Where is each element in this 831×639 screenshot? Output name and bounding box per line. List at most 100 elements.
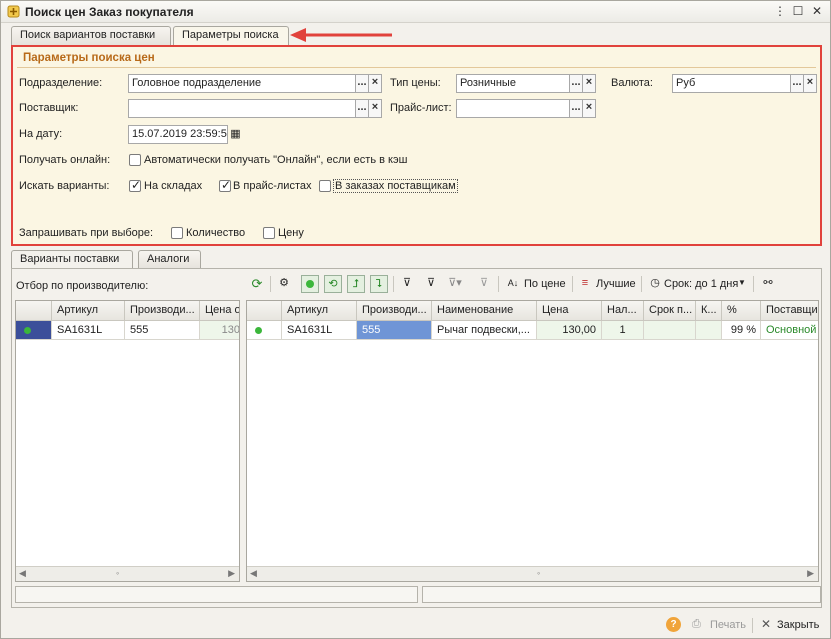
supplier-cell[interactable]: Основной с	[761, 321, 818, 340]
column-header[interactable]: Наименование	[432, 301, 537, 321]
price-type-clear-button[interactable]: ×	[582, 74, 596, 93]
ask-quantity-checkbox[interactable]	[171, 227, 183, 239]
scroll-thumb-icon[interactable]: ◦	[116, 568, 119, 578]
column-header	[247, 301, 282, 321]
term-dropdown[interactable]: Срок: до 1 дня	[664, 278, 738, 290]
circle-arrows-icon[interactable]: ⟲	[324, 275, 342, 293]
in-supplier-orders-checkbox[interactable]	[319, 180, 331, 192]
in-supplier-orders-label[interactable]: В заказах поставщикам	[333, 179, 458, 193]
close-window-icon[interactable]: ✕	[809, 4, 825, 20]
price-cell[interactable]: 130,00	[537, 321, 602, 340]
column-header[interactable]: Поставщик	[761, 301, 818, 321]
filter-clear-icon[interactable]: ⊽	[422, 275, 440, 293]
help-icon[interactable]: ?	[666, 617, 681, 632]
price-list-field[interactable]	[456, 99, 570, 118]
stock-cell[interactable]: 1	[602, 321, 644, 340]
online-option-label[interactable]: Автоматически получать "Онлайн", если ес…	[144, 154, 407, 166]
currency-select-button[interactable]: ...	[790, 74, 804, 93]
price-list-select-button[interactable]: ...	[569, 99, 583, 118]
percent-cell[interactable]: 99 %	[722, 321, 761, 340]
manufacturer-cell[interactable]: 555	[357, 321, 432, 340]
article-cell[interactable]: SA1631L	[52, 321, 125, 340]
name-cell[interactable]: Рычаг подвески,...	[432, 321, 537, 340]
ask-price-label[interactable]: Цену	[278, 227, 304, 239]
close-icon[interactable]: ✕	[761, 617, 771, 631]
print-button[interactable]: Печать	[710, 619, 746, 631]
scroll-left-icon[interactable]: ◀	[250, 568, 257, 579]
in-stock-checkbox[interactable]	[129, 178, 141, 192]
tab-delivery-variants[interactable]: Поиск вариантов поставки	[11, 26, 171, 45]
column-header[interactable]: Артикул	[52, 301, 125, 321]
price-type-select-button[interactable]: ...	[569, 74, 583, 93]
scroll-right-icon[interactable]: ▶	[228, 568, 235, 579]
tab-delivery-options[interactable]: Варианты поставки	[11, 250, 133, 270]
supplier-field[interactable]	[128, 99, 356, 118]
column-header[interactable]: %	[722, 301, 761, 321]
scroll-right-icon[interactable]: ▶	[807, 568, 814, 579]
article-cell[interactable]: SA1631L	[282, 321, 357, 340]
in-price-lists-label[interactable]: В прайс-листах	[233, 180, 312, 192]
refresh-icon[interactable]: ⟳	[248, 275, 266, 293]
filter-off-icon[interactable]: ⊽	[475, 275, 493, 293]
in-price-lists-checkbox[interactable]	[219, 178, 231, 192]
column-header[interactable]: Производи...	[357, 301, 432, 321]
title-bar: Поиск цен Заказ покупателя ⋮ ☐ ✕	[1, 1, 830, 23]
currency-clear-button[interactable]: ×	[803, 74, 817, 93]
toolbar-separator	[641, 276, 642, 292]
best-list-icon[interactable]: ≡	[576, 275, 594, 293]
ask-quantity-label[interactable]: Количество	[186, 227, 245, 239]
supplier-clear-button[interactable]: ×	[368, 99, 382, 118]
tab-analogs[interactable]: Аналоги	[138, 250, 201, 269]
tab-search-params[interactable]: Параметры поиска	[173, 26, 289, 46]
currency-field[interactable]: Руб	[672, 74, 791, 93]
column-header[interactable]: Производи...	[125, 301, 200, 321]
menu-icon[interactable]: ⋮	[772, 4, 788, 20]
in-stock-label[interactable]: На складах	[144, 180, 202, 192]
column-header[interactable]: Срок п...	[644, 301, 696, 321]
date-field[interactable]: 15.07.2019 23:59:5	[128, 125, 228, 144]
k-cell[interactable]	[696, 321, 722, 340]
column-header[interactable]: К...	[696, 301, 722, 321]
table-row[interactable]	[247, 321, 282, 340]
clock-icon[interactable]: ◷	[646, 275, 664, 293]
variants-grid: Артикул Производи... Наименование Цена Н…	[246, 300, 819, 582]
division-select-button[interactable]: ...	[355, 74, 369, 93]
filter-icon[interactable]: ⊽	[398, 275, 416, 293]
table-row[interactable]	[16, 321, 52, 340]
horizontal-scrollbar[interactable]: ◀ ◦ ▶	[247, 566, 818, 581]
division-clear-button[interactable]: ×	[368, 74, 382, 93]
status-dot-icon	[255, 327, 262, 334]
column-header[interactable]: Цена	[537, 301, 602, 321]
ask-price-checkbox[interactable]	[263, 227, 275, 239]
sort-az-icon[interactable]: A↓	[504, 275, 522, 293]
supplier-select-button[interactable]: ...	[355, 99, 369, 118]
toolbar-separator	[753, 276, 754, 292]
scroll-left-icon[interactable]: ◀	[19, 568, 26, 579]
horizontal-scrollbar[interactable]: ◀ ◦ ▶	[16, 566, 239, 581]
column-header[interactable]: Цена о	[200, 301, 239, 321]
settings-icon[interactable]: ⚙	[275, 275, 293, 293]
price-type-field[interactable]: Розничные	[456, 74, 570, 93]
column-header[interactable]: Артикул	[282, 301, 357, 321]
column-header[interactable]: Нал...	[602, 301, 644, 321]
toolbar-separator	[572, 276, 573, 292]
green-dot-icon[interactable]	[301, 275, 319, 293]
filter-dropdown-icon[interactable]: ⊽▾	[446, 275, 464, 293]
maximize-icon[interactable]: ☐	[790, 4, 806, 20]
chevron-down-icon[interactable]: ▼	[738, 278, 746, 287]
calendar-icon[interactable]: ▦	[229, 127, 242, 141]
scroll-thumb-icon[interactable]: ◦	[537, 568, 540, 578]
close-button[interactable]: Закрыть	[777, 619, 819, 631]
term-cell[interactable]	[644, 321, 696, 340]
binoculars-icon[interactable]: ⚯	[759, 275, 777, 293]
price-cell[interactable]: 130	[200, 321, 239, 340]
sort-down-icon[interactable]: ⮧	[370, 275, 388, 293]
division-field[interactable]: Головное подразделение	[128, 74, 356, 93]
online-checkbox[interactable]	[129, 154, 141, 166]
price-list-clear-button[interactable]: ×	[582, 99, 596, 118]
sort-by-price-button[interactable]: По цене	[524, 278, 566, 290]
best-button[interactable]: Лучшие	[596, 278, 636, 290]
search-variants-label: Искать варианты:	[19, 180, 110, 192]
sort-up-icon[interactable]: ⮥	[347, 275, 365, 293]
manufacturer-cell[interactable]: 555	[125, 321, 200, 340]
